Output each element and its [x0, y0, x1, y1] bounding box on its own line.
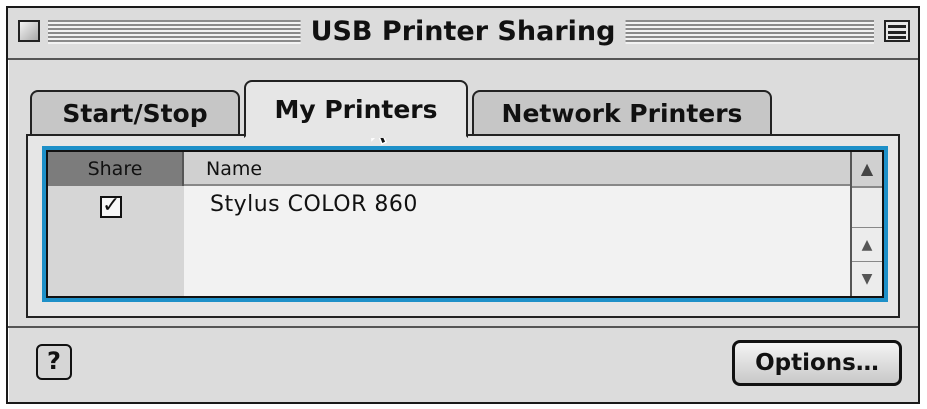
- help-icon: ?: [47, 347, 61, 375]
- tab-my-printers[interactable]: My Printers: [244, 80, 468, 138]
- share-column: ✓: [48, 186, 184, 296]
- window-title: USB Printer Sharing: [300, 14, 626, 50]
- close-box-icon[interactable]: [18, 20, 40, 42]
- title-bar[interactable]: USB Printer Sharing: [8, 8, 918, 60]
- tab-bar: Start/Stop My Printers Network Printers: [30, 74, 910, 138]
- column-header-share[interactable]: Share: [48, 152, 184, 186]
- column-header-name[interactable]: Name: [184, 152, 850, 186]
- printer-name[interactable]: Stylus COLOR 860: [210, 192, 418, 217]
- arrow-up-icon[interactable]: ▲: [852, 227, 882, 262]
- printer-list-focus-ring: Share Name ✓ Stylus COLOR 860 ▲ ▲ ▼: [42, 146, 888, 302]
- my-printers-panel: Share Name ✓ Stylus COLOR 860 ▲ ▲ ▼: [26, 136, 900, 318]
- help-button[interactable]: ?: [36, 344, 72, 380]
- share-checkbox[interactable]: ✓: [100, 195, 122, 218]
- sort-indicator-icon[interactable]: ▲: [852, 152, 882, 188]
- options-button[interactable]: Options…: [732, 340, 902, 386]
- arrow-down-icon[interactable]: ▼: [852, 261, 882, 296]
- bottom-divider: [8, 326, 918, 328]
- tab-start-stop[interactable]: Start/Stop: [30, 90, 240, 136]
- printer-list[interactable]: Share Name ✓ Stylus COLOR 860 ▲ ▲ ▼: [46, 150, 884, 298]
- usb-printer-sharing-window: USB Printer Sharing Start/Stop My Printe…: [6, 6, 920, 404]
- tab-network-printers[interactable]: Network Printers: [472, 90, 772, 136]
- collapse-box-icon[interactable]: [884, 20, 910, 42]
- list-scrollbar[interactable]: ▲ ▲ ▼: [850, 152, 882, 296]
